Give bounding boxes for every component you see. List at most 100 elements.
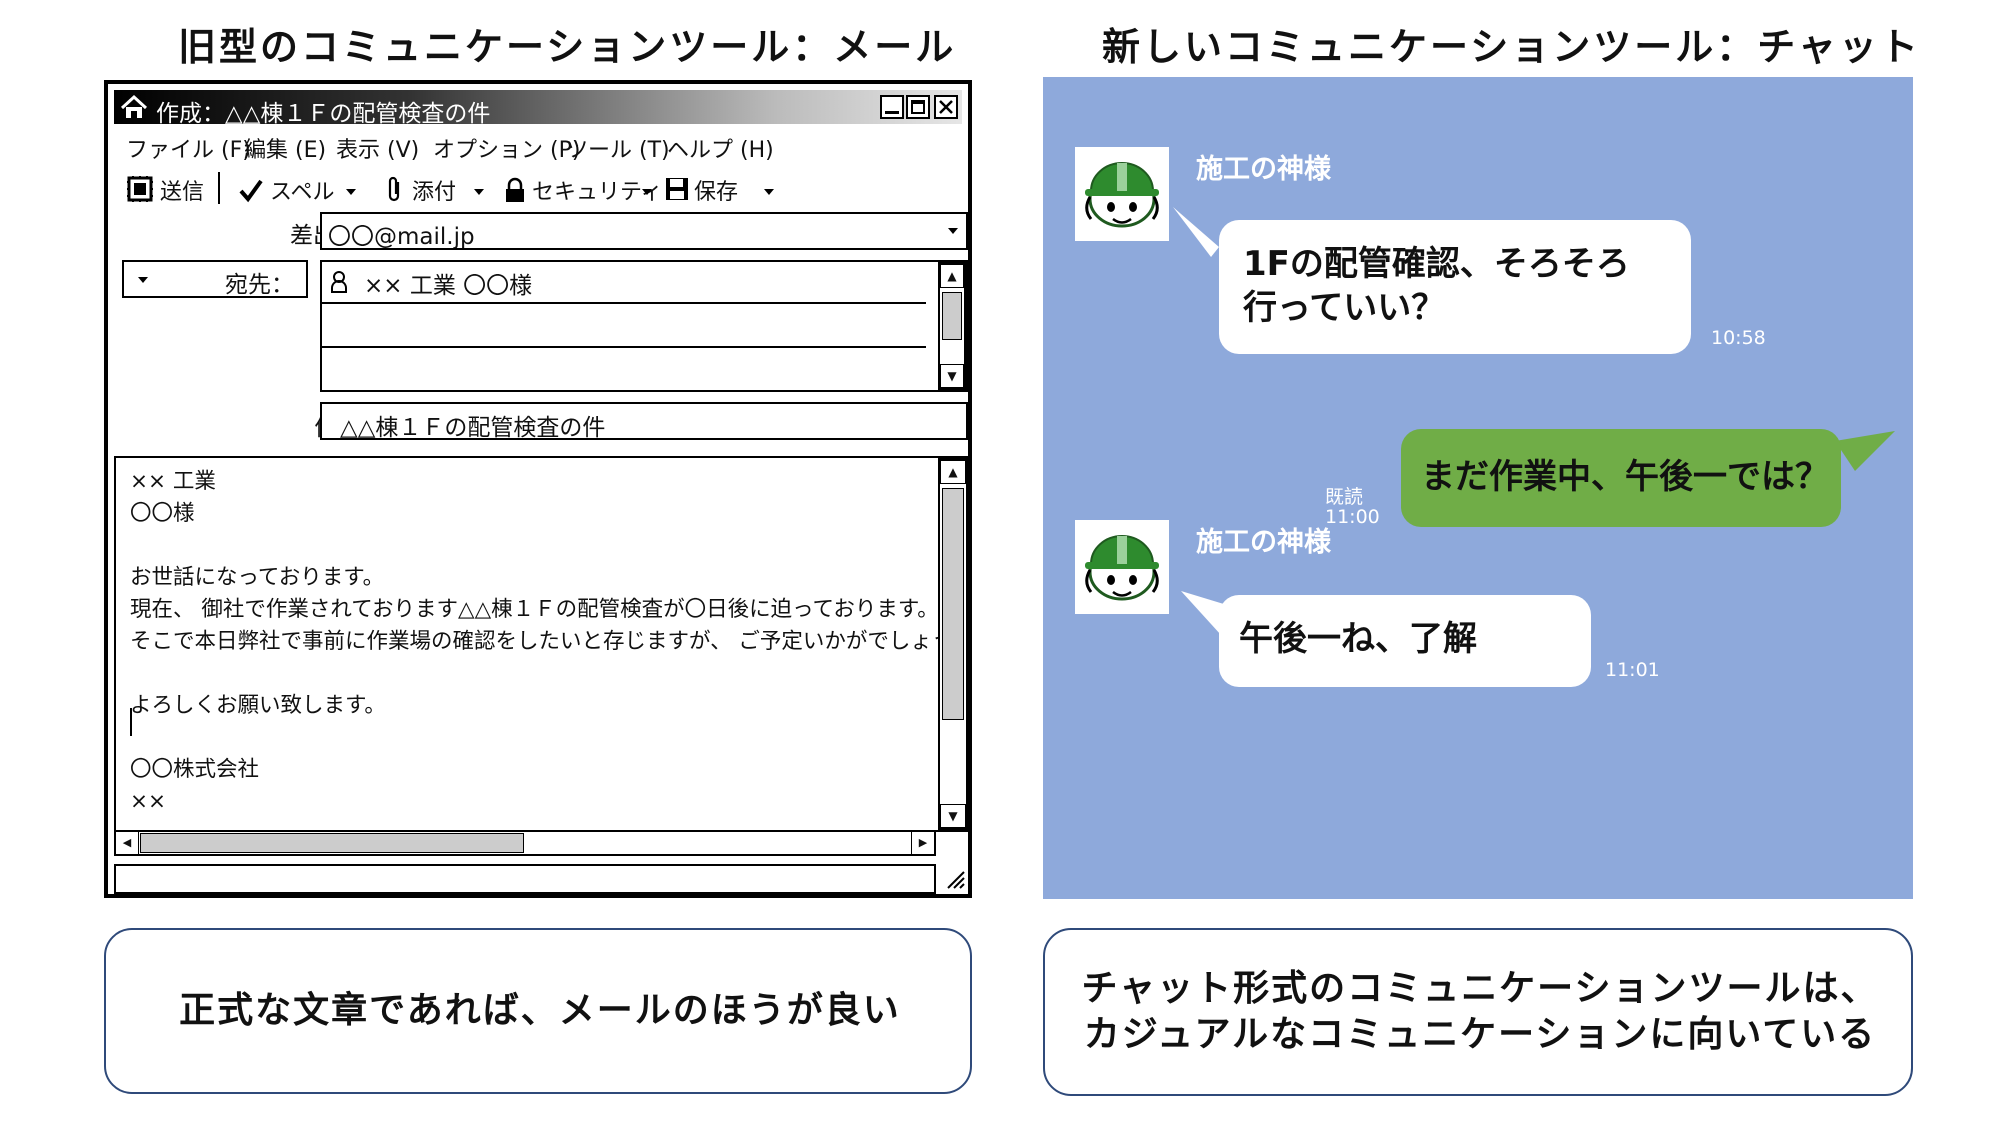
sender-name: 施工の神様 (1196, 154, 1331, 185)
subject-value: △△棟１Ｆの配管検査の件 (340, 415, 606, 440)
worker-helmet-icon (1085, 535, 1159, 601)
to-field[interactable]: ×× 工業 〇〇様 ▲ ▼ (320, 260, 968, 392)
check-icon (239, 179, 263, 203)
menu-options[interactable]: オプション (P) (433, 132, 580, 164)
menu-file[interactable]: ファイル (F) (126, 132, 251, 164)
body-vertical-scrollbar[interactable]: ▲ ▼ (938, 458, 968, 830)
save-label: 保存 (694, 180, 739, 205)
sender-name: 施工の神様 (1196, 527, 1331, 558)
message-text: 午後一ね、了解 (1239, 619, 1477, 659)
text-cursor (130, 708, 132, 736)
scroll-up-button[interactable]: ▲ (940, 460, 966, 484)
resize-grip-icon[interactable] (944, 868, 966, 890)
body-line: 〇〇様 (130, 501, 195, 526)
scroll-up-button[interactable]: ▲ (940, 264, 964, 288)
spell-label: スペル (270, 180, 335, 205)
scroll-right-button[interactable]: ▶ (911, 832, 934, 854)
attach-button[interactable]: 添付 (386, 172, 496, 206)
body-line: そこで本日弊社で事前に作業場の確認をしたいと存じますが、 ご予定いかがでしょうか… (130, 629, 970, 654)
menu-view[interactable]: 表示 (V) (336, 132, 419, 164)
bubble-tail (1173, 207, 1219, 257)
message-time: 10:58 (1711, 327, 1766, 349)
body-line (130, 722, 968, 754)
right-caption-line-2: カジュアルなコミュニケーションに向いている (1083, 1014, 1877, 1055)
chevron-down-icon (474, 189, 484, 195)
message-time: 11:01 (1605, 659, 1660, 681)
body-line: 〇〇株式会社 (130, 757, 260, 782)
mail-titlebar[interactable]: 作成：△△棟１Ｆの配管検査の件 (114, 90, 962, 127)
scroll-thumb[interactable] (942, 292, 962, 340)
chevron-down-icon (948, 228, 958, 234)
paperclip-icon (388, 176, 400, 202)
body-horizontal-scrollbar[interactable]: ◀ ▶ (114, 830, 936, 856)
message-text: まだ作業中、午後一では？ (1421, 457, 1829, 497)
close-button[interactable] (934, 95, 958, 119)
menu-help[interactable]: ヘルプ (H) (667, 132, 774, 164)
avatar[interactable] (1075, 520, 1169, 614)
spell-button[interactable]: スペル (238, 172, 378, 206)
own-message-bubble[interactable]: まだ作業中、午後一では？ (1401, 429, 1841, 527)
from-select[interactable]: 〇〇@mail.jp (320, 212, 968, 250)
chevron-down-icon (346, 189, 356, 195)
body-line: 現在、 御社で作業されております△△棟１Ｆの配管検査が〇日後に迫っております。 (130, 597, 939, 622)
bubble-tail (1835, 431, 1895, 471)
close-icon (939, 100, 953, 114)
to-value: ×× 工業 〇〇様 (364, 273, 533, 299)
save-button[interactable]: 保存 (664, 172, 784, 206)
worker-helmet-icon (1085, 162, 1159, 228)
message-body[interactable]: ×× 工業 〇〇様 お世話になっております。 現在、 御社で作業されております△… (114, 456, 970, 832)
right-heading: 新しいコミュニケーションツール：チャット (1102, 25, 1921, 69)
body-line (130, 530, 968, 562)
message-bubble[interactable]: 1Fの配管確認、そろそろ 行っていい？ (1219, 220, 1691, 354)
to-row[interactable]: ×× 工業 〇〇様 (322, 262, 926, 304)
left-caption-box: 正式な文章であれば、メールのほうが良い (104, 928, 972, 1094)
maximize-icon (911, 100, 925, 114)
scroll-down-button[interactable]: ▼ (940, 364, 964, 388)
person-icon (331, 271, 347, 293)
body-line: お世話になっております。 (130, 565, 385, 590)
toolbar-divider (218, 172, 220, 204)
security-button[interactable]: セキュリティ (504, 172, 663, 206)
left-heading: 旧型のコミュニケーションツール：メール (178, 25, 957, 69)
attach-label: 添付 (412, 180, 457, 205)
message-text: 1Fの配管確認、そろそろ 行っていい？ (1243, 244, 1630, 328)
to-row-empty[interactable] (322, 304, 926, 348)
status-bar (114, 864, 936, 894)
lock-icon (506, 177, 524, 202)
chevron-down-icon (138, 277, 148, 283)
minimize-icon (885, 111, 899, 114)
scroll-thumb[interactable] (140, 833, 524, 853)
body-line: よろしくお願い致します。 (130, 693, 386, 718)
chevron-down-icon (642, 189, 652, 195)
right-caption-line-1: チャット形式のコミュニケーションツールは、 (1081, 968, 1879, 1009)
avatar[interactable] (1075, 147, 1169, 241)
chat-panel: 施工の神様 1Fの配管確認、そろそろ 行っていい？ 10:58 まだ作業中、午後… (1043, 77, 1913, 899)
recipient-type-select[interactable]: 宛先： (122, 260, 308, 298)
chevron-down-icon (764, 189, 774, 195)
send-icon (127, 176, 153, 202)
scroll-left-button[interactable]: ◀ (116, 832, 139, 854)
menu-edit[interactable]: 編集 (E) (244, 132, 326, 164)
read-receipt: 既読 (1325, 486, 1364, 508)
body-text: ×× 工業 〇〇様 お世話になっております。 現在、 御社で作業されております△… (130, 466, 970, 818)
minimize-button[interactable] (880, 95, 904, 119)
left-caption: 正式な文章であれば、メールのほうが良い (179, 990, 901, 1031)
scroll-thumb[interactable] (942, 488, 964, 720)
message-time: 11:00 (1325, 506, 1380, 528)
menu-tools[interactable]: ツール (T) (566, 132, 670, 164)
to-scrollbar[interactable]: ▲ ▼ (938, 262, 966, 390)
floppy-disk-icon (666, 178, 688, 200)
send-label: 送信 (160, 180, 205, 205)
to-label: 宛先： (225, 272, 294, 298)
body-line: ×× 工業 (130, 469, 216, 494)
compose-icon (120, 94, 148, 118)
message-bubble[interactable]: 午後一ね、了解 (1219, 595, 1591, 687)
mail-compose-window: 作成：△△棟１Ｆの配管検査の件 ファイル (F) 編集 (E) 表示 (V) オ… (104, 80, 972, 898)
body-line (130, 658, 968, 690)
from-value: 〇〇@mail.jp (328, 224, 475, 250)
subject-input[interactable]: △△棟１Ｆの配管検査の件 (320, 402, 968, 440)
body-line: ×× (130, 789, 167, 814)
maximize-button[interactable] (906, 95, 930, 119)
send-button[interactable]: 送信 (126, 172, 246, 206)
scroll-down-button[interactable]: ▼ (940, 804, 966, 828)
